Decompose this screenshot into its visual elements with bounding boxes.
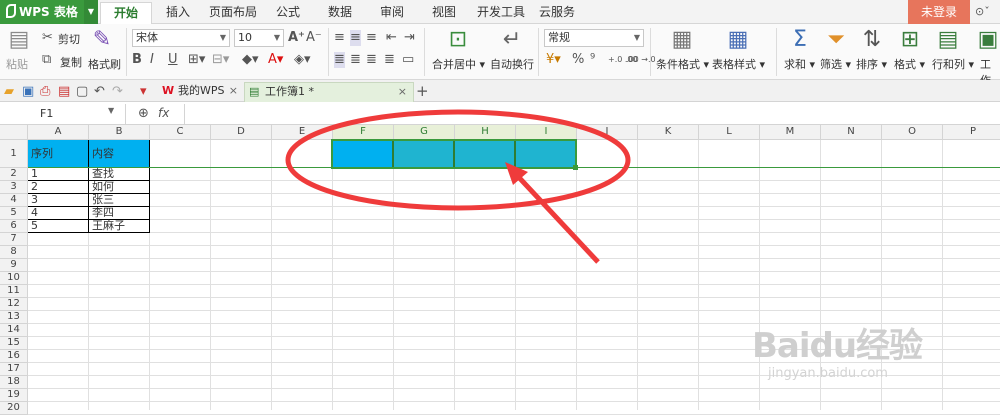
highlight-ellipse — [285, 109, 631, 211]
baidu-watermark: Baidu经验 — [752, 326, 923, 366]
arrow-shaft — [510, 168, 600, 264]
watermark-url: jingyan.baidu.com — [768, 366, 888, 381]
